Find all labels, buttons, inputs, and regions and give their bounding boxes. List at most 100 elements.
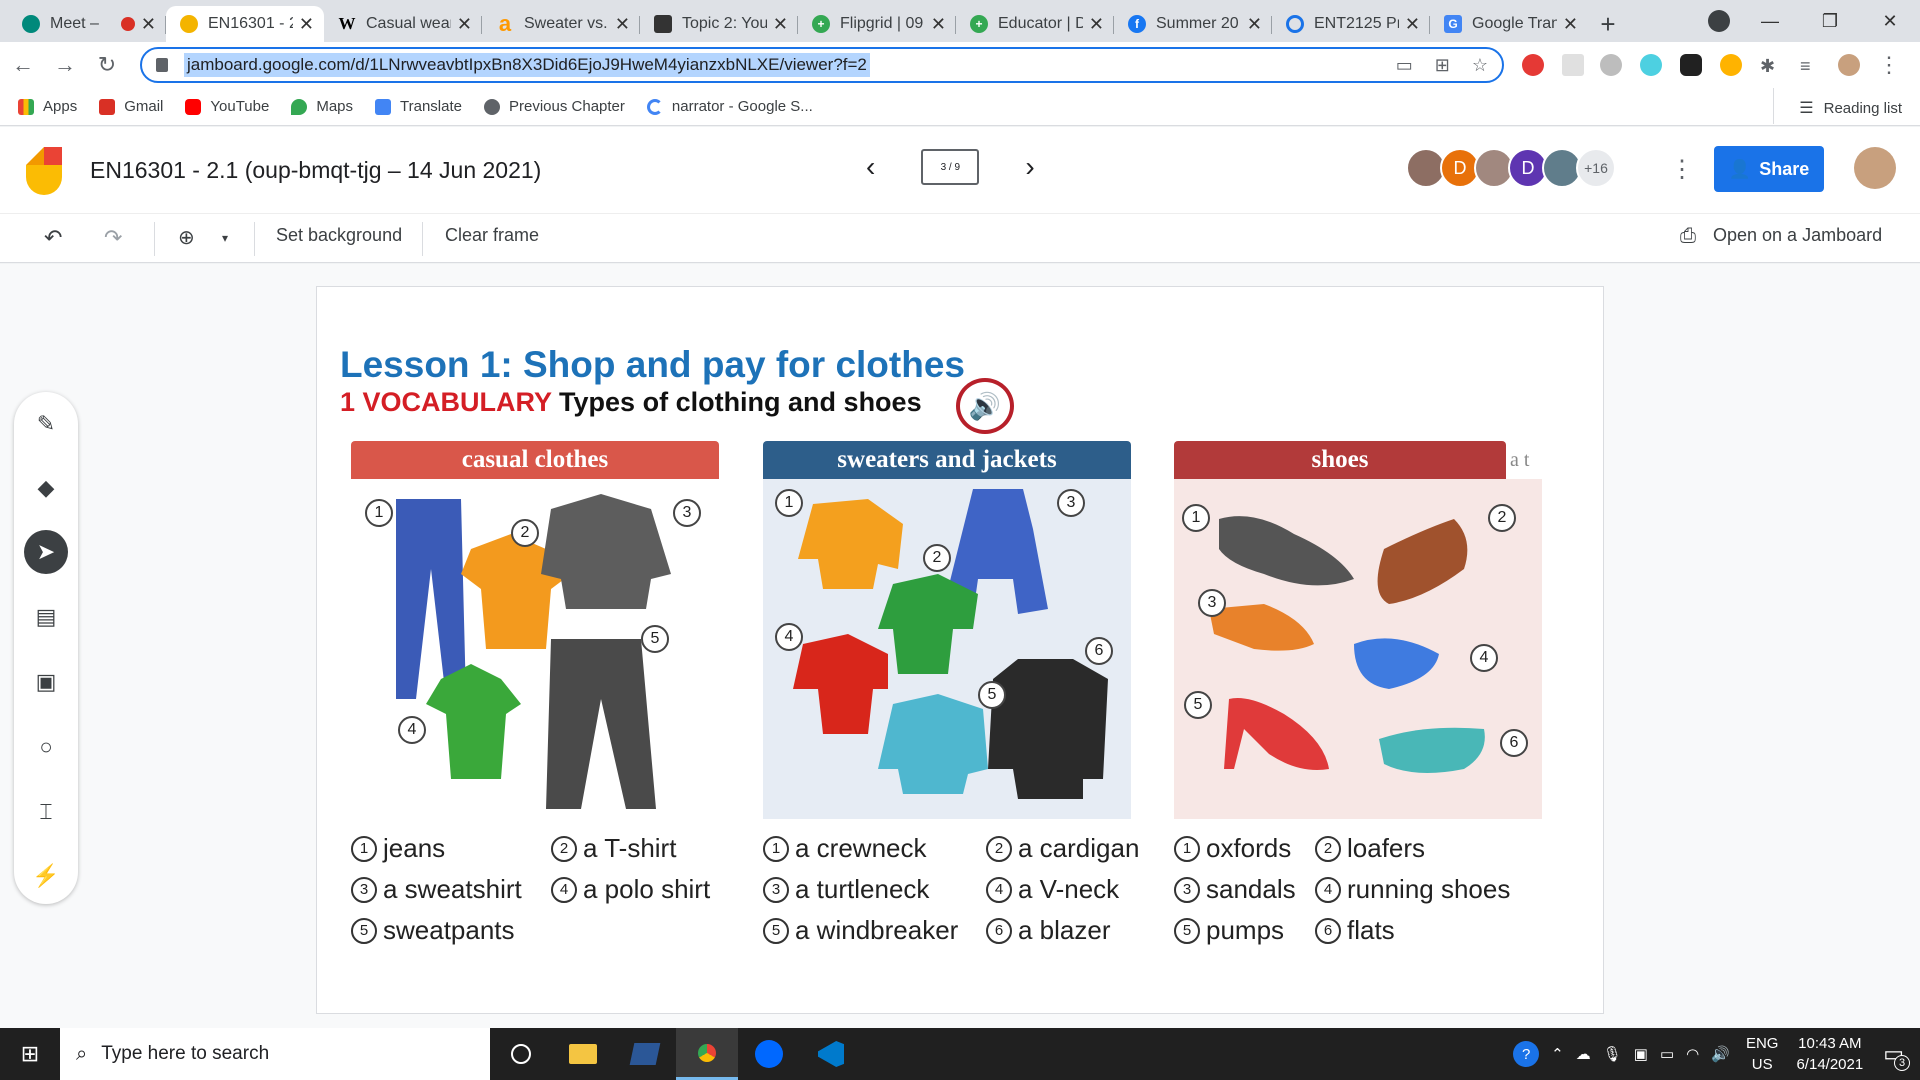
close-tab-icon[interactable]: ✕ <box>457 14 472 35</box>
tab-flipgrid[interactable]: + Flipgrid | 09 ✕ <box>798 6 956 42</box>
url-text[interactable]: jamboard.google.com/d/1LNrwveavbtIpxBn8X… <box>184 53 870 77</box>
reload-icon[interactable]: ↻ <box>88 52 126 78</box>
more-options-icon[interactable]: ⋮ <box>1670 155 1694 184</box>
text-box-tool-icon[interactable]: ⌶ <box>24 790 68 834</box>
tab-search-icon[interactable] <box>1708 10 1730 32</box>
close-tab-icon[interactable]: ✕ <box>1247 14 1262 35</box>
cast-icon[interactable]: ▭ <box>1396 55 1413 76</box>
address-bar[interactable]: jamboard.google.com/d/1LNrwveavbtIpxBn8X… <box>140 47 1504 83</box>
bookmark-youtube[interactable]: YouTube <box>185 98 269 115</box>
chrome-taskbar-icon[interactable] <box>676 1028 738 1080</box>
tab-educator[interactable]: + Educator | D ✕ <box>956 6 1114 42</box>
powershell-icon[interactable] <box>614 1028 676 1080</box>
install-app-icon[interactable]: ⊞ <box>1435 55 1450 76</box>
section-number: 1 VOCABULARY <box>340 387 552 417</box>
extension-icon[interactable] <box>1680 54 1702 76</box>
clear-frame-button[interactable]: Clear frame <box>445 225 539 246</box>
battery-icon[interactable]: ▭ <box>1660 1045 1674 1063</box>
audio-speaker-icon[interactable]: 🔊 <box>956 378 1014 434</box>
more-collaborators-badge[interactable]: +16 <box>1576 148 1616 188</box>
close-tab-icon[interactable]: ✕ <box>1089 14 1104 35</box>
eraser-tool-icon[interactable]: ◆ <box>24 466 68 510</box>
tab-casual-wear[interactable]: W Casual wear ✕ <box>324 6 482 42</box>
taskbar-search[interactable]: ⌕ Type here to search <box>60 1028 490 1080</box>
media-controls-icon[interactable]: ≡ <box>1800 56 1822 78</box>
bookmark-narrator[interactable]: narrator - Google S... <box>646 98 813 115</box>
cortana-icon[interactable] <box>490 1028 552 1080</box>
circle-shape-tool-icon[interactable]: ○ <box>24 725 68 769</box>
extensions-puzzle-icon[interactable]: ✱ <box>1760 56 1782 78</box>
notifications-icon[interactable]: ▭ 3 <box>1883 1041 1910 1071</box>
adblock-extension-icon[interactable] <box>1522 54 1544 76</box>
wifi-icon[interactable]: ◠ <box>1686 1045 1699 1063</box>
vscode-icon[interactable] <box>800 1028 862 1080</box>
bookmark-star-icon[interactable]: ☆ <box>1472 55 1488 76</box>
volume-icon[interactable]: 🔊 <box>1711 1045 1730 1063</box>
pen-tool-icon[interactable]: ✎ <box>24 402 68 446</box>
tab-topic2[interactable]: Topic 2: You ✕ <box>640 6 798 42</box>
extension-icon[interactable] <box>1640 54 1662 76</box>
undo-icon[interactable]: ↶ <box>44 225 62 251</box>
chrome-menu-icon[interactable]: ⋮ <box>1878 52 1900 78</box>
extension-icon[interactable] <box>1600 54 1622 76</box>
bookmark-translate[interactable]: Translate <box>375 98 462 115</box>
back-icon[interactable]: ← <box>4 52 42 78</box>
onedrive-icon[interactable]: ☁ <box>1576 1045 1591 1063</box>
tab-meet[interactable]: Meet – ✕ <box>8 6 166 42</box>
jamboard-logo-icon[interactable] <box>26 147 62 195</box>
reading-list-button[interactable]: ☰ Reading list <box>1773 88 1902 124</box>
bookmark-gmail[interactable]: Gmail <box>99 98 163 115</box>
close-tab-icon[interactable]: ✕ <box>773 14 788 35</box>
close-window-icon[interactable]: ✕ <box>1860 11 1920 32</box>
zoom-icon[interactable]: ⊕ <box>178 225 195 250</box>
account-avatar[interactable] <box>1854 147 1896 189</box>
new-tab-button[interactable]: + <box>1588 6 1628 42</box>
lock-icon[interactable] <box>156 58 168 72</box>
close-tab-icon[interactable]: ✕ <box>1563 14 1578 35</box>
microphone-icon[interactable]: 🎙 <box>1603 1045 1622 1063</box>
vocab-word: a turtleneck <box>795 874 930 904</box>
tab-ent2125[interactable]: ENT2125 Pr ✕ <box>1272 6 1430 42</box>
show-hidden-icons-icon[interactable]: ⌃ <box>1551 1045 1564 1063</box>
close-tab-icon[interactable]: ✕ <box>1405 14 1420 35</box>
select-tool-icon[interactable]: ➤ <box>24 530 68 574</box>
frame-bar-toggle[interactable]: 3 / 9 <box>921 149 980 185</box>
bookmark-maps[interactable]: Maps <box>291 98 353 115</box>
extension-icon[interactable] <box>1562 54 1584 76</box>
bookmark-apps[interactable]: Apps <box>18 98 77 115</box>
forward-icon[interactable]: → <box>46 52 84 78</box>
profile-avatar[interactable] <box>1838 54 1860 76</box>
collaborator-avatars[interactable]: D D +16 <box>1406 148 1616 188</box>
close-tab-icon[interactable]: ✕ <box>299 14 314 35</box>
input-language[interactable]: ENG US <box>1746 1033 1779 1075</box>
sticky-note-tool-icon[interactable]: ▤ <box>24 595 68 639</box>
bookmark-previous-chapter[interactable]: Previous Chapter <box>484 98 625 115</box>
laser-tool-icon[interactable]: ⚡ <box>24 854 68 898</box>
zoom-dropdown-icon[interactable]: ▾ <box>222 231 228 245</box>
document-title[interactable]: EN16301 - 2.1 (oup-bmqt-tjg – 14 Jun 202… <box>90 157 541 184</box>
open-on-jamboard-button[interactable]: Open on a Jamboard <box>1713 225 1882 246</box>
close-tab-icon[interactable]: ✕ <box>931 14 946 35</box>
share-button[interactable]: 👤 Share <box>1714 146 1824 192</box>
maximize-icon[interactable]: ❐ <box>1800 11 1860 32</box>
close-tab-icon[interactable]: ✕ <box>615 14 630 35</box>
file-explorer-icon[interactable] <box>552 1028 614 1080</box>
tab-summer[interactable]: f Summer 20 ✕ <box>1114 6 1272 42</box>
add-image-tool-icon[interactable]: ▣ <box>24 660 68 704</box>
next-frame-icon[interactable]: › <box>1025 151 1034 183</box>
help-icon[interactable]: ? <box>1513 1041 1540 1067</box>
close-tab-icon[interactable]: ✕ <box>141 14 156 35</box>
device-icon[interactable]: ▣ <box>1634 1045 1648 1063</box>
minimize-icon[interactable]: — <box>1740 11 1800 32</box>
open-on-jamboard-icon[interactable]: ⎙ <box>1680 225 1696 248</box>
extension-icon[interactable] <box>1720 54 1742 76</box>
previous-frame-icon[interactable]: ‹ <box>866 151 875 183</box>
zalo-icon[interactable] <box>738 1028 800 1080</box>
redo-icon[interactable]: ↷ <box>104 225 122 251</box>
tab-jamboard[interactable]: EN16301 - 2 ✕ <box>166 6 324 42</box>
tab-google-translate[interactable]: G Google Tran ✕ <box>1430 6 1588 42</box>
set-background-button[interactable]: Set background <box>276 225 402 246</box>
clock[interactable]: 10:43 AM 6/14/2021 <box>1796 1033 1863 1075</box>
windows-start-icon[interactable]: ⊞ <box>0 1028 60 1080</box>
tab-sweater[interactable]: a Sweater vs. ✕ <box>482 6 640 42</box>
